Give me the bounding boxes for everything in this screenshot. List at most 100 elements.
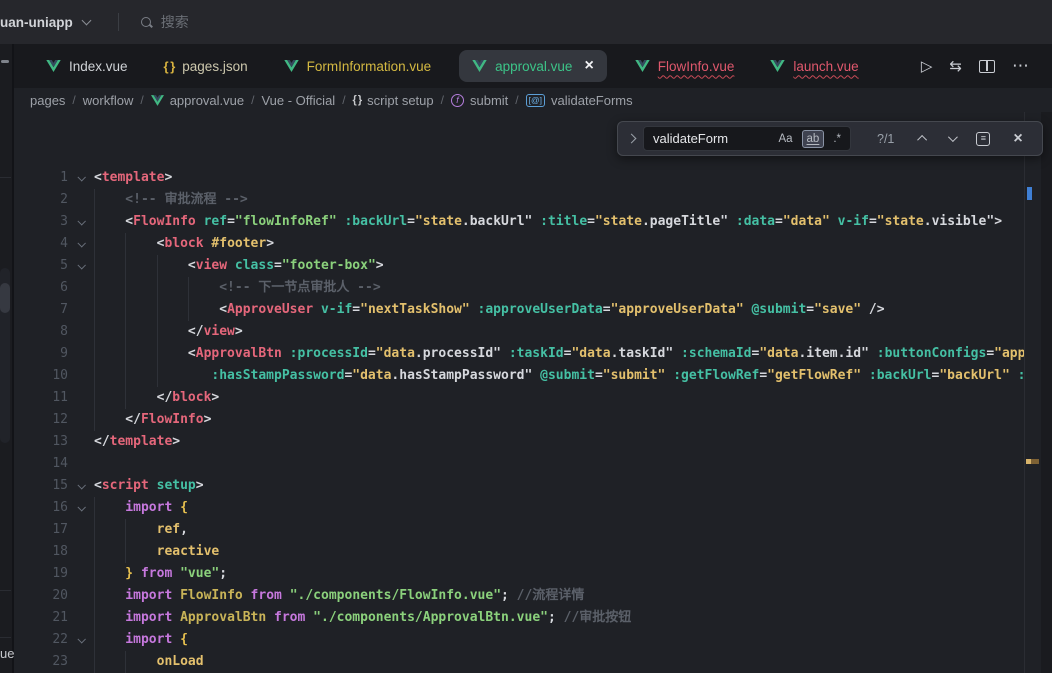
regex-toggle[interactable]: .* [828, 130, 846, 148]
find-in-selection-icon[interactable]: ≡ [976, 132, 990, 146]
code-token: from [133, 566, 172, 581]
open-changes-icon[interactable]: ⇆ [949, 57, 962, 75]
indent-guide [157, 343, 158, 365]
code-token: = [986, 346, 994, 361]
fold-chevron-icon[interactable] [77, 239, 85, 247]
code-token: view [196, 258, 227, 273]
ruler-marker-orange [1026, 459, 1039, 464]
code-editor[interactable]: 1<template>2 <!-- 审批流程 -->3 <FlowInfo re… [14, 167, 1024, 673]
code-line: 8 </view> [14, 321, 1024, 343]
fold-column [68, 651, 94, 673]
tab-approval-vue[interactable]: approval.vue× [459, 50, 607, 82]
whole-word-toggle[interactable]: ab [802, 130, 825, 148]
indent-guide [94, 211, 95, 233]
breadcrumb-item-approval-vue[interactable]: approval.vue [151, 93, 244, 108]
field-symbol-icon: [@] [526, 94, 545, 107]
next-match-icon[interactable] [948, 132, 958, 142]
fold-column [68, 299, 94, 321]
global-search[interactable]: 搜索 [141, 12, 189, 32]
code-token: :processId [282, 346, 368, 361]
code-token: = [587, 214, 595, 229]
tab-pages-json[interactable]: { }pages.json [146, 44, 266, 88]
tab-flowinfo-vue[interactable]: FlowInfo.vue [617, 44, 753, 88]
breadcrumb-label: submit [470, 93, 508, 108]
match-case-toggle[interactable]: Aa [773, 130, 797, 148]
indent-guide [125, 321, 126, 343]
fold-chevron-icon[interactable] [77, 481, 85, 489]
code-token: > [235, 324, 243, 339]
minimap-gutter[interactable] [1041, 112, 1052, 673]
line-number: 4 [14, 233, 68, 255]
code-token: import [94, 500, 172, 515]
code-token: :taskId [501, 346, 564, 361]
find-input-value[interactable]: validateForm [653, 131, 769, 146]
code-line: 13</template> [14, 431, 1024, 453]
code-line: 20 import FlowInfo from "./components/Fl… [14, 585, 1024, 607]
previous-match-icon[interactable] [918, 135, 928, 145]
run-icon[interactable]: ▷ [921, 57, 933, 75]
split-editor-icon[interactable] [979, 60, 995, 73]
code-token: ; [219, 566, 227, 581]
vue-icon [284, 60, 299, 72]
code-token: < [94, 236, 164, 251]
close-icon[interactable]: × [584, 58, 593, 74]
sidebar-divider [0, 177, 11, 178]
indent-guide [188, 299, 189, 321]
tab-label: FlowInfo.vue [658, 59, 735, 74]
line-number: 1 [14, 167, 68, 189]
fold-chevron-icon[interactable] [77, 261, 85, 269]
tab-index-vue[interactable]: Index.vue [28, 44, 146, 88]
code-token: ApproveUser [227, 302, 313, 317]
tab-bar-tabs: Index.vue{ }pages.jsonFormInformation.vu… [0, 44, 877, 88]
line-number: 21 [14, 607, 68, 629]
sidebar-divider [0, 637, 11, 638]
method-symbol-icon: f [451, 94, 464, 107]
code-text: <block #footer> [94, 233, 1024, 255]
code-token: @submit [532, 368, 595, 383]
code-token: <!-- 下一节点审批人 --> [94, 280, 381, 295]
project-name[interactable]: uan-uniapp [0, 15, 73, 30]
code-token: v-if [830, 214, 869, 229]
code-token: template [102, 170, 165, 185]
tab-forminformation-vue[interactable]: FormInformation.vue [266, 44, 450, 88]
code-line: 11 </block> [14, 387, 1024, 409]
breadcrumb-item-vue-official[interactable]: Vue - Official [261, 93, 335, 108]
breadcrumb-item-script-setup[interactable]: { }script setup [353, 93, 434, 108]
fold-column [68, 629, 94, 651]
indent-guide [94, 497, 95, 519]
line-number: 5 [14, 255, 68, 277]
fold-chevron-icon[interactable] [77, 217, 85, 225]
more-actions-icon[interactable]: ⋯ [1012, 56, 1030, 76]
fold-column [68, 233, 94, 255]
breadcrumb-item-submit[interactable]: fsubmit [451, 93, 508, 108]
breadcrumb-item-workflow[interactable]: workflow [83, 93, 134, 108]
code-text: <!-- 下一节点审批人 --> [94, 277, 1024, 299]
vue-icon [770, 60, 785, 72]
code-token: } [94, 566, 133, 581]
code-token: > [266, 236, 274, 251]
fold-column [68, 321, 94, 343]
sidebar-scrollbar-thumb[interactable] [0, 283, 10, 313]
indent-guide [94, 277, 95, 299]
fold-column [68, 255, 94, 277]
fold-chevron-icon[interactable] [77, 635, 85, 643]
breadcrumb-item-pages[interactable]: pages [30, 93, 65, 108]
code-token: ApprovalBtn [172, 610, 266, 625]
indent-guide [125, 651, 126, 673]
indent-guide [125, 277, 126, 299]
find-input[interactable]: validateForm Aa ab .* [643, 126, 851, 151]
breadcrumb-item-validateforms[interactable]: [@]validateForms [526, 93, 633, 108]
chevron-down-icon[interactable] [81, 15, 91, 25]
breadcrumb-label: script setup [367, 93, 433, 108]
line-number: 22 [14, 629, 68, 651]
toggle-replace-icon[interactable] [627, 134, 637, 144]
fold-chevron-icon[interactable] [77, 503, 85, 511]
code-token: = [368, 346, 376, 361]
code-token: "flowInfoRef" [235, 214, 337, 229]
fold-chevron-icon[interactable] [77, 173, 85, 181]
tab-launch-vue[interactable]: launch.vue [752, 44, 876, 88]
indent-guide [188, 277, 189, 299]
close-find-icon[interactable]: × [1013, 131, 1022, 147]
code-token: "./components/ApprovalBtn.vue" [305, 610, 548, 625]
indent-guide [94, 343, 95, 365]
